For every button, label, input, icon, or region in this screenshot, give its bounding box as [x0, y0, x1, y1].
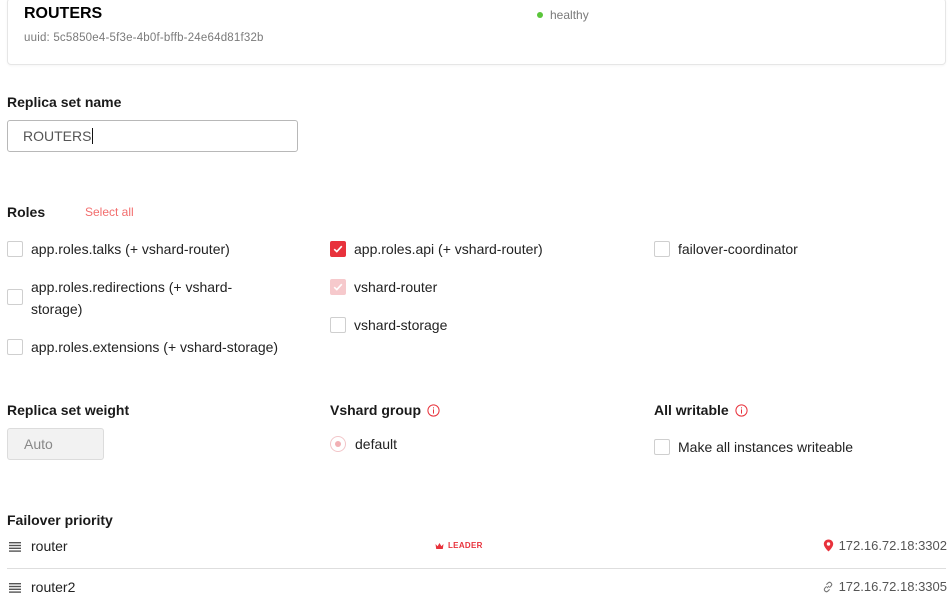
failover-priority-label: Failover priority: [7, 512, 113, 528]
status-text: healthy: [550, 8, 589, 22]
weight-label: Replica set weight: [7, 402, 130, 418]
vshard-group-label-wrap: Vshard group: [330, 402, 440, 418]
link-icon: [823, 581, 832, 592]
replicaset-name-value: ROUTERS: [23, 128, 92, 144]
instance-name: router2: [31, 579, 76, 595]
vshard-group-radio-default[interactable]: default: [330, 436, 397, 452]
healthy-dot-icon: [537, 12, 543, 18]
role-label: vshard-router: [354, 279, 438, 295]
role-label: vshard-storage: [354, 317, 448, 333]
info-icon[interactable]: [735, 404, 748, 417]
instance-uri[interactable]: 172.16.72.18:3305: [822, 579, 947, 594]
role-label: app.roles.redirections (+ vshard-storage…: [31, 279, 233, 317]
role-checkbox-failover-coordinator[interactable]: failover-coordinator: [654, 238, 944, 260]
checkbox-icon[interactable]: [330, 317, 346, 333]
role-checkbox-vshard-router[interactable]: vshard-router: [330, 276, 630, 298]
all-writable-checkbox[interactable]: Make all instances writeable: [654, 436, 944, 458]
radio-selected-icon[interactable]: [330, 436, 346, 452]
checkbox-checked-icon[interactable]: [330, 241, 346, 257]
replicaset-card: ROUTERS uuid: 5c5850e4-5f3e-4b0f-bffb-24…: [7, 0, 946, 65]
replicaset-title: ROUTERS: [24, 5, 103, 22]
uri-text: 172.16.72.18:3302: [838, 538, 947, 553]
checkbox-icon[interactable]: [654, 241, 670, 257]
role-checkbox-vshard-storage[interactable]: vshard-storage: [330, 314, 630, 336]
location-pin-icon: [823, 539, 833, 552]
all-writable-option: Make all instances writeable: [678, 439, 854, 455]
role-checkbox-extensions[interactable]: app.roles.extensions (+ vshard-storage): [7, 336, 307, 358]
crown-icon: [435, 542, 444, 549]
role-label: failover-coordinator: [678, 241, 798, 257]
drag-handle-icon[interactable]: [9, 539, 21, 555]
checkbox-icon[interactable]: [7, 339, 23, 355]
role-checkbox-redirections[interactable]: app.roles.redirections (+ vshard-storage…: [7, 276, 277, 320]
leader-text: LEADER: [448, 541, 483, 550]
role-checkbox-api[interactable]: app.roles.api (+ vshard-router): [330, 238, 630, 260]
status-badge: healthy: [537, 8, 589, 22]
all-writable-label-wrap: All writable: [654, 402, 748, 418]
role-label: app.roles.talks (+ vshard-router): [31, 241, 230, 257]
replicaset-name-input[interactable]: ROUTERS: [7, 120, 298, 152]
instance-name: router: [31, 538, 68, 554]
role-label: app.roles.api (+ vshard-router): [354, 241, 543, 257]
checkbox-icon[interactable]: [7, 289, 23, 305]
leader-badge: LEADER: [435, 541, 483, 550]
uri-text: 172.16.72.18:3305: [838, 579, 947, 594]
select-all-link[interactable]: Select all: [85, 205, 134, 219]
radio-label: default: [355, 436, 398, 452]
text-caret: [92, 128, 94, 144]
weight-input[interactable]: Auto: [7, 428, 104, 460]
drag-handle-icon[interactable]: [9, 580, 21, 596]
checkbox-icon[interactable]: [654, 439, 670, 455]
role-checkbox-talks[interactable]: app.roles.talks (+ vshard-router): [7, 238, 307, 260]
vshard-group-label: Vshard group: [330, 402, 422, 418]
info-icon[interactable]: [427, 404, 440, 417]
all-writable-label: All writable: [654, 402, 729, 418]
instance-uri: 172.16.72.18:3302: [823, 538, 947, 553]
replicaset-name-label: Replica set name: [7, 94, 122, 110]
checkbox-checked-disabled-icon[interactable]: [330, 279, 346, 295]
role-label: app.roles.extensions (+ vshard-storage): [31, 339, 279, 355]
checkbox-icon[interactable]: [7, 241, 23, 257]
roles-label: Roles: [7, 204, 46, 220]
failover-row[interactable]: router LEADER 172.16.72.18:3302: [0, 527, 952, 565]
failover-row[interactable]: router2 172.16.72.18:3305: [0, 568, 952, 606]
weight-placeholder: Auto: [24, 436, 53, 452]
replicaset-uuid: uuid: 5c5850e4-5f3e-4b0f-bffb-24e64d81f3…: [24, 32, 264, 44]
